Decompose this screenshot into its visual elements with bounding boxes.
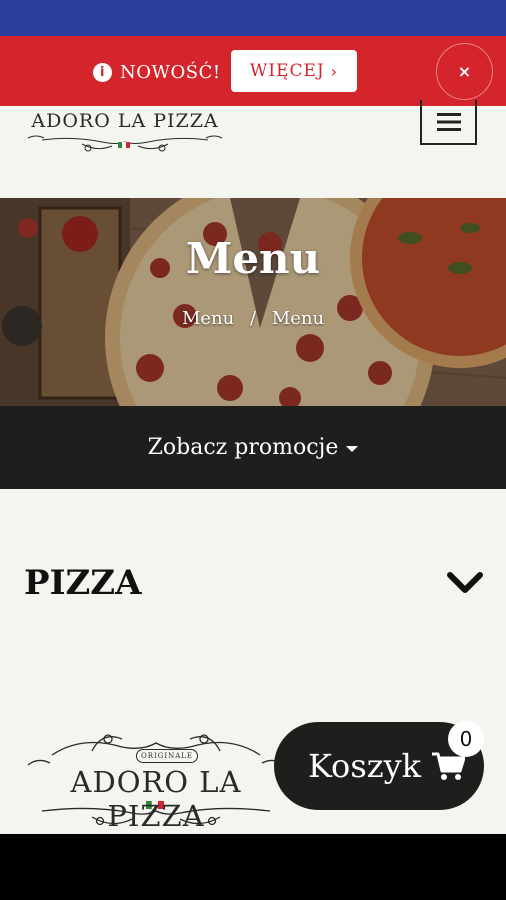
hero-overlay [0,198,506,406]
promotions-label: Zobacz promocje [147,435,339,460]
announcement-bar: i NOWOŚĆ! WIĘCEJ › × [0,36,506,106]
hamburger-icon [436,112,461,131]
cart-count-badge: 0 [448,721,484,757]
category-title[interactable]: PIZZA [24,563,142,603]
close-announcement-button[interactable]: × [436,43,493,100]
page-title: Menu [185,234,321,283]
promotions-dropdown-button[interactable]: Zobacz promocje [0,406,506,489]
system-navigation-bar [0,834,506,900]
more-button[interactable]: WIĘCEJ › [231,50,357,92]
announcement-text: NOWOŚĆ! [120,61,221,83]
breadcrumb-link[interactable]: Menu [182,308,234,329]
footer-logo: ORIGINALE ADORO LA PIZZA [22,721,290,833]
announcement-message: i NOWOŚĆ! [93,60,221,84]
caret-down-icon [346,446,359,452]
breadcrumb-current: Menu [271,308,325,329]
close-icon: × [457,62,472,81]
system-status-bar [0,0,506,36]
page-hero: Menu Menu / Menu [0,198,506,406]
logo-subtext: ORIGINALE [136,749,198,763]
breadcrumb: Menu / Menu [0,308,506,329]
footer-logo-text: ADORO LA PIZZA [70,765,242,833]
more-button-label: WIĘCEJ [249,61,325,81]
chevron-down-icon[interactable] [446,571,484,595]
menu-toggle-button[interactable] [420,100,477,145]
breadcrumb-separator: / [249,308,257,329]
chevron-right-icon: › [330,61,339,81]
logo-text: ADORO LA PIZZA [31,110,219,132]
site-logo[interactable]: ADORO LA PIZZA [22,104,228,158]
cart-label: Koszyk [308,747,422,785]
info-icon: i [93,62,112,82]
site-header: ADORO LA PIZZA [0,100,506,198]
